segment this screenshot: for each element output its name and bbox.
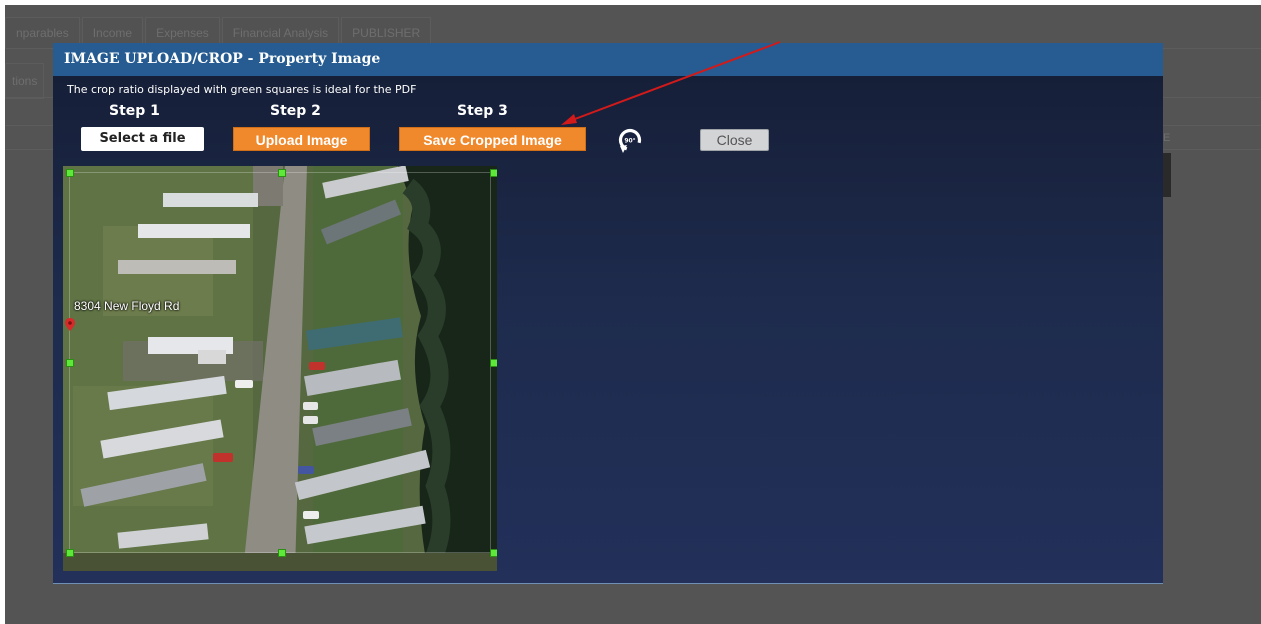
crop-handle-middle-right[interactable] bbox=[490, 359, 497, 367]
background-dark-block bbox=[1163, 153, 1171, 197]
step-1-label: Step 1 bbox=[109, 103, 160, 119]
crop-handle-top-left[interactable] bbox=[66, 169, 74, 177]
modal-body: The crop ratio displayed with green squa… bbox=[53, 76, 1163, 583]
background-column-fragment: E bbox=[1163, 132, 1171, 144]
crop-handle-top-right[interactable] bbox=[490, 169, 497, 177]
step-3-label: Step 3 bbox=[457, 103, 508, 119]
modal-title: IMAGE UPLOAD/CROP - Property Image bbox=[53, 43, 1163, 76]
image-crop-modal: IMAGE UPLOAD/CROP - Property Image The c… bbox=[53, 43, 1163, 584]
crop-handle-middle-left[interactable] bbox=[66, 359, 74, 367]
map-address-label: 8304 New Floyd Rd bbox=[74, 299, 180, 313]
rotate-90-icon[interactable]: 90° bbox=[615, 126, 645, 156]
crop-handle-bottom-left[interactable] bbox=[66, 549, 74, 557]
crop-handle-bottom-center[interactable] bbox=[278, 549, 286, 557]
crop-ratio-hint: The crop ratio displayed with green squa… bbox=[67, 83, 417, 96]
crop-handle-top-center[interactable] bbox=[278, 169, 286, 177]
crop-handle-bottom-right[interactable] bbox=[490, 549, 497, 557]
map-pin-icon bbox=[65, 318, 75, 331]
rotate-badge-text: 90° bbox=[624, 138, 635, 145]
crop-selection-frame[interactable] bbox=[69, 172, 491, 553]
close-button[interactable]: Close bbox=[700, 129, 769, 151]
screen-overlay: nparables Income Expenses Financial Anal… bbox=[5, 5, 1261, 624]
select-file-button[interactable]: Select a file bbox=[81, 127, 204, 151]
step-2-label: Step 2 bbox=[270, 103, 321, 119]
save-cropped-image-button[interactable]: Save Cropped Image bbox=[399, 127, 586, 151]
background-subtab: tions bbox=[5, 63, 45, 99]
crop-image-area[interactable]: 8304 New Floyd Rd bbox=[63, 166, 497, 571]
upload-image-button[interactable]: Upload Image bbox=[233, 127, 370, 151]
